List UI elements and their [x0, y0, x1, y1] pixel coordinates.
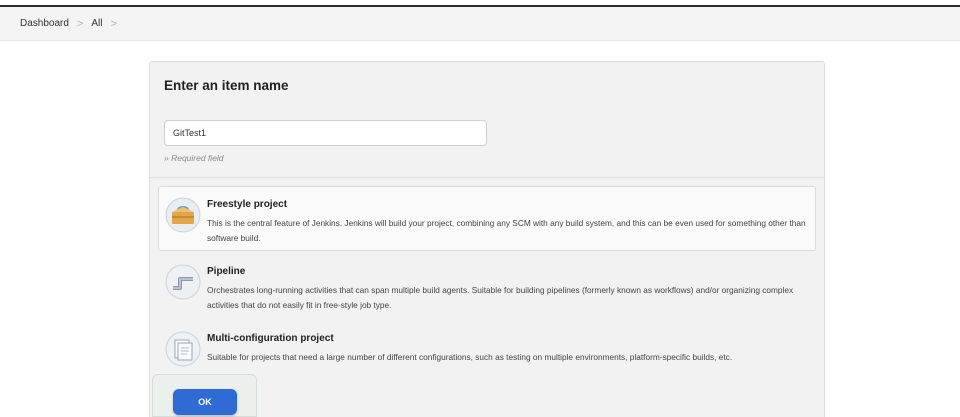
multi-configuration-icon: [165, 331, 201, 367]
breadcrumb-all[interactable]: All: [91, 18, 102, 29]
item-type-title: Multi-configuration project: [207, 333, 334, 344]
breadcrumb-separator-icon[interactable]: >: [110, 18, 116, 30]
divider: [150, 177, 824, 178]
ok-button[interactable]: OK: [173, 389, 237, 415]
item-type-freestyle[interactable]: Freestyle project This is the central fe…: [158, 186, 816, 251]
page-title: Enter an item name: [164, 78, 289, 93]
item-type-list: Freestyle project This is the central fe…: [158, 186, 816, 387]
breadcrumb: Dashboard > All >: [0, 7, 960, 41]
breadcrumb-separator-icon: >: [76, 17, 84, 30]
item-type-multi-configuration[interactable]: Multi-configuration project Suitable for…: [158, 320, 816, 385]
item-type-title: Pipeline: [207, 266, 246, 277]
new-item-panel: Enter an item name » Required field Free…: [149, 61, 825, 417]
item-type-description: This is the central feature of Jenkins. …: [207, 218, 806, 243]
pipeline-icon: [165, 264, 201, 300]
item-type-description: Orchestrates long-running activities tha…: [207, 285, 794, 310]
item-name-input[interactable]: [164, 120, 487, 146]
item-type-description: Suitable for projects that need a large …: [207, 352, 733, 362]
required-field-note: » Required field: [164, 153, 224, 163]
ok-button-bar: OK: [152, 374, 257, 417]
freestyle-project-icon: [165, 197, 201, 233]
breadcrumb-dashboard[interactable]: Dashboard: [20, 18, 69, 29]
item-type-title: Freestyle project: [207, 199, 288, 210]
item-type-pipeline[interactable]: Pipeline Orchestrates long-running activ…: [158, 253, 816, 318]
